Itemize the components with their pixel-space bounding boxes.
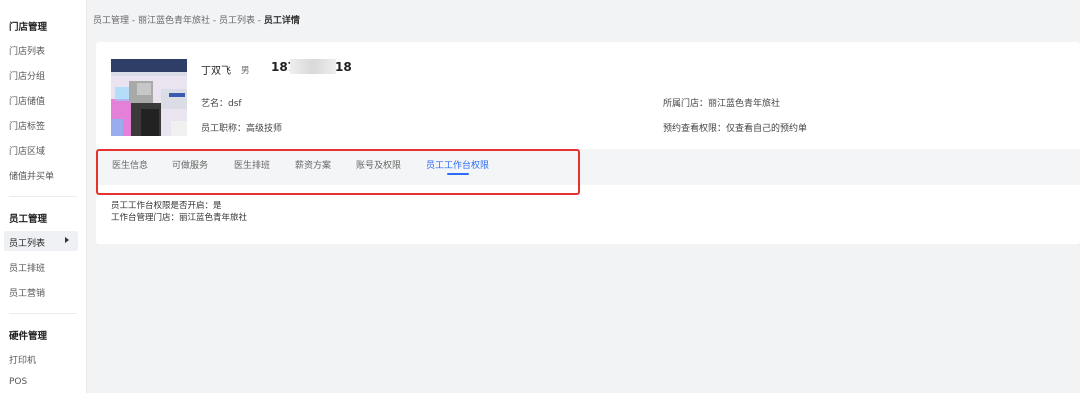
phone-redaction-mask — [290, 59, 336, 74]
employee-store: 所属门店：丽江蓝色青年旅社 — [663, 99, 781, 109]
sidebar-item-staff-marketing[interactable]: 员工营销 — [9, 286, 45, 299]
sidebar-group-staff-management[interactable]: 员工管理 — [9, 211, 47, 225]
employee-name: 丁双飞 — [201, 66, 231, 77]
sidebar-item-store-group[interactable]: 门店分组 — [9, 69, 45, 82]
sidebar-item-store-region[interactable]: 门店区域 — [9, 144, 45, 157]
breadcrumb: 员工管理 - 丽江蓝色青年旅社 - 员工列表 - 员工详情 — [93, 13, 300, 26]
avatar — [111, 59, 187, 136]
employee-phone-suffix: 18 — [335, 60, 352, 74]
sidebar-divider — [9, 196, 77, 197]
sidebar-group-hardware-management[interactable]: 硬件管理 — [9, 328, 47, 342]
employee-gender: 男 — [241, 66, 250, 76]
workbench-managed-store: 工作台管理门店：丽江蓝色青年旅社 — [111, 213, 248, 223]
employee-title: 员工职称：高级技师 — [201, 124, 283, 134]
sidebar-item-store-list[interactable]: 门店列表 — [9, 44, 45, 57]
sidebar-group-store-management[interactable]: 门店管理 — [9, 19, 47, 33]
tab-highlight-annotation — [96, 149, 580, 195]
workbench-enabled-status: 员工工作台权限是否开启：是 — [111, 201, 222, 211]
breadcrumb-current: 员工详情 — [263, 16, 300, 26]
sidebar-item-staff-list[interactable]: 员工列表 — [9, 236, 45, 249]
sidebar-item-staff-schedule[interactable]: 员工排班 — [9, 261, 45, 274]
employee-stage-name: 艺名：dsf — [201, 99, 242, 109]
breadcrumb-path[interactable]: 员工管理 - 丽江蓝色青年旅社 - 员工列表 - — [93, 16, 264, 26]
sidebar-item-pos[interactable]: POS — [9, 377, 27, 387]
sidebar-item-printer[interactable]: 打印机 — [9, 353, 36, 366]
chevron-right-icon — [65, 237, 69, 243]
employee-booking-permission: 预约查看权限：仅查看自己的预约单 — [663, 124, 808, 134]
sidebar: 门店管理 门店列表 门店分组 门店储值 门店标签 门店区域 储值并买单 员工管理… — [0, 0, 87, 393]
sidebar-item-stored-value-checkout[interactable]: 储值并买单 — [9, 169, 54, 182]
sidebar-divider — [9, 313, 77, 314]
sidebar-item-store-stored-value[interactable]: 门店储值 — [9, 94, 45, 107]
sidebar-item-store-tags[interactable]: 门店标签 — [9, 119, 45, 132]
